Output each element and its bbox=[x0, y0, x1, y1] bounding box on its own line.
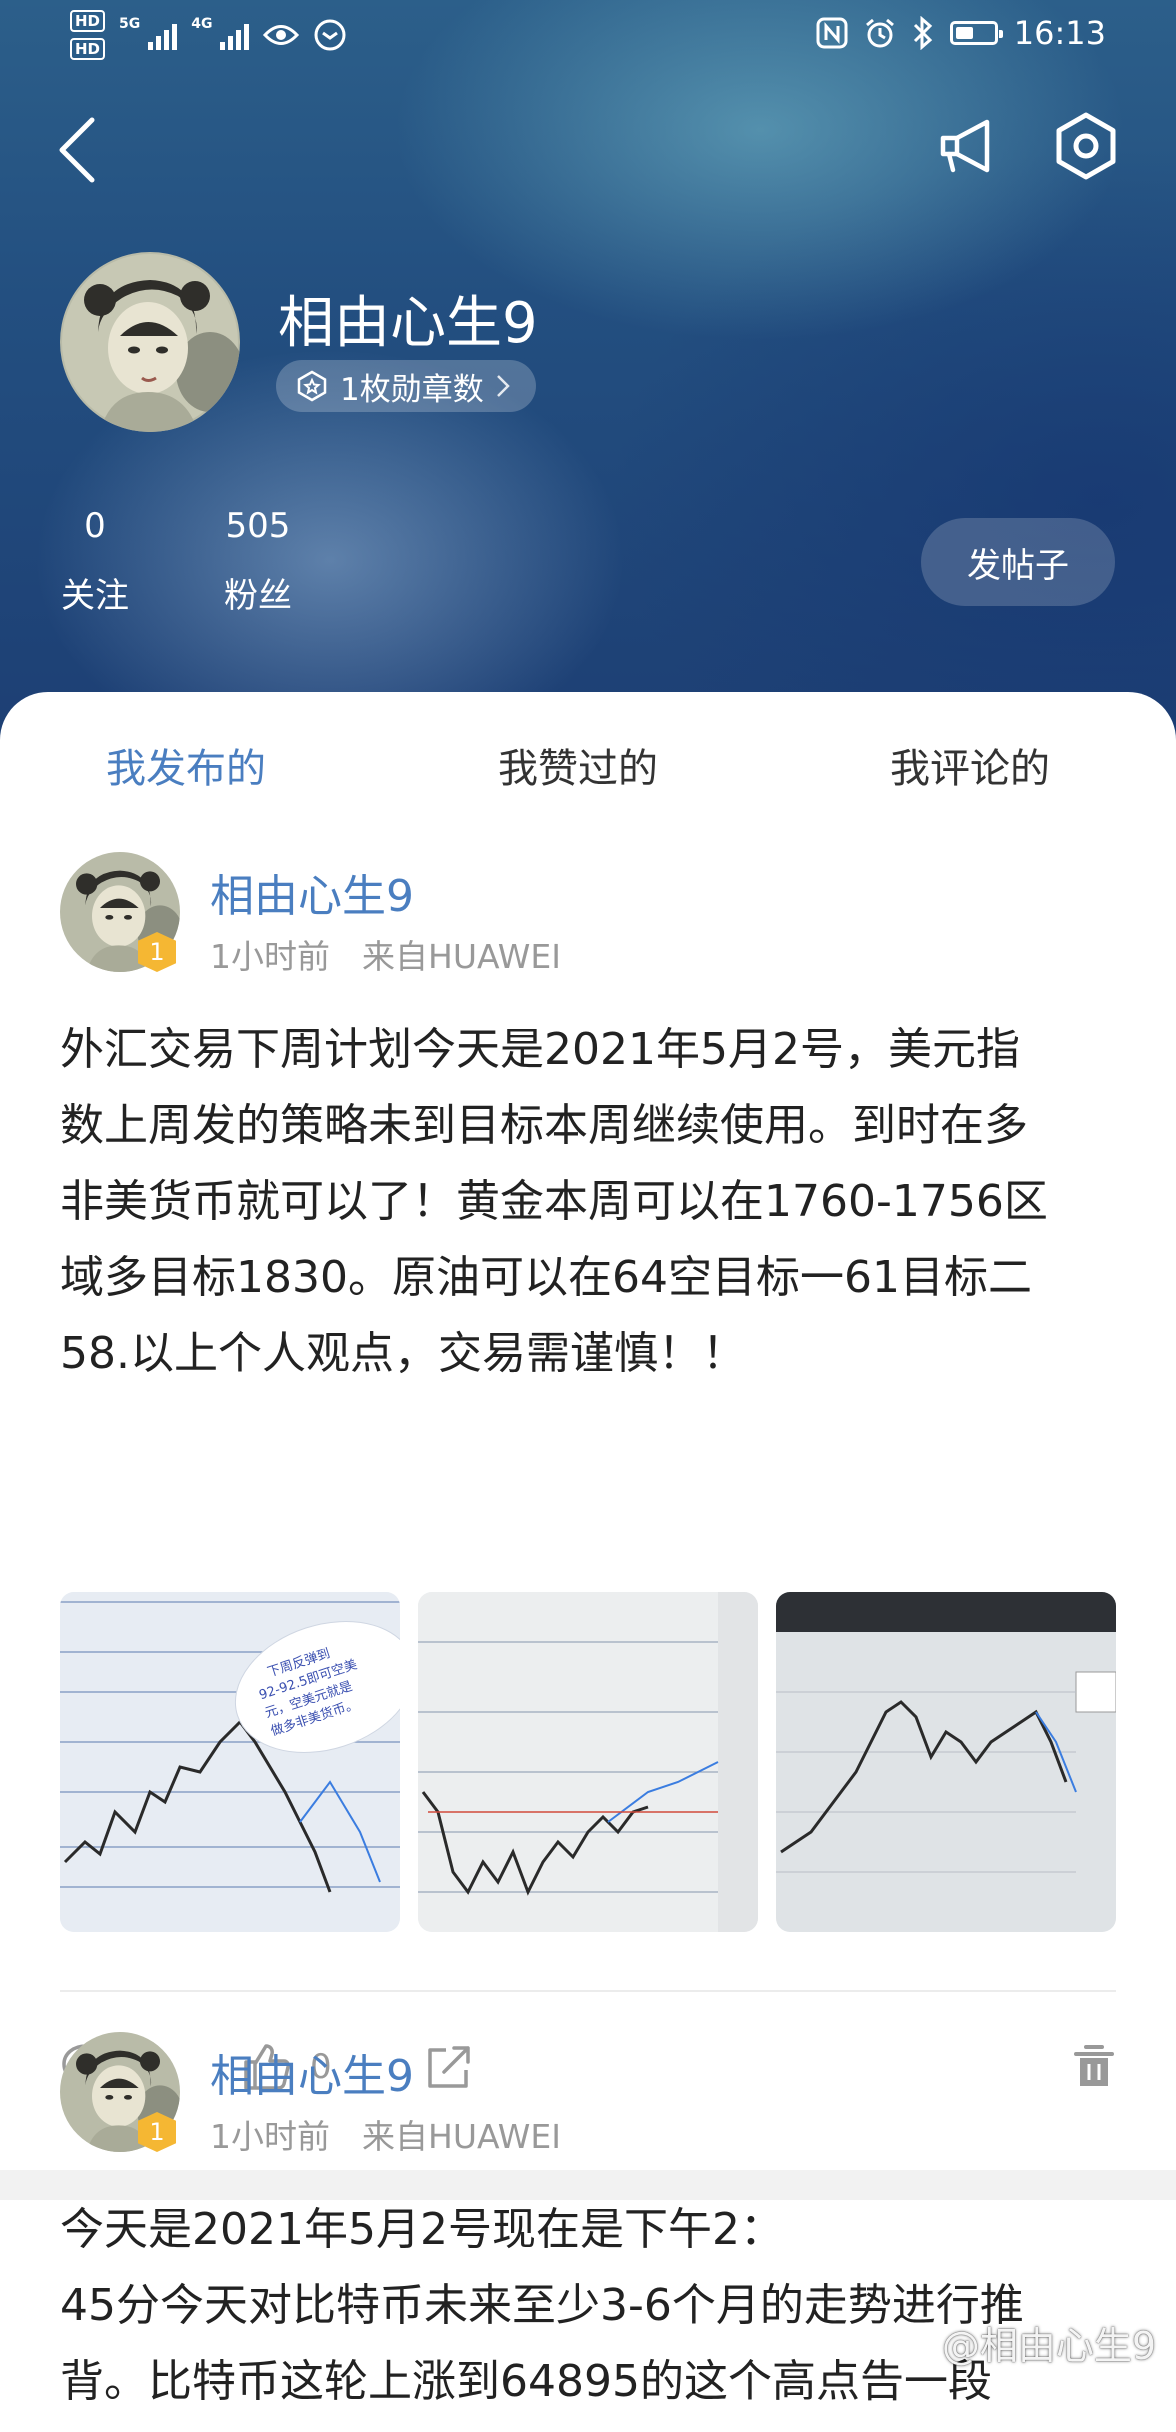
tab-my-likes[interactable]: 我赞过的 bbox=[498, 736, 658, 794]
eye-icon bbox=[263, 25, 300, 45]
post-meta: 1小时前 来自HUAWEI bbox=[210, 2110, 561, 2158]
post-card[interactable]: 1 相由心生9 1小时前 来自HUAWEI 今天是2021年5月2号现在是下午2：… bbox=[0, 2032, 1176, 2432]
content-sheet: 我发布的 我赞过的 我评论的 1 相由心生9 1小时前 来自HUAWEI 外汇交… bbox=[0, 692, 1176, 2407]
post-image-2[interactable] bbox=[418, 1592, 758, 1932]
status-bar: HD HD 5G 4G 16:13 bbox=[0, 0, 1176, 72]
back-button[interactable] bbox=[50, 110, 110, 190]
medal-count-button[interactable]: 1枚勋章数 bbox=[276, 360, 536, 412]
status-time: 16:13 bbox=[1013, 14, 1106, 52]
medal-icon bbox=[297, 370, 327, 402]
following-label: 关注 bbox=[61, 576, 129, 616]
settings-button[interactable] bbox=[1050, 110, 1122, 182]
weibo-watermark: @相由心生9 bbox=[896, 2315, 1156, 2370]
medal-count-label: 1枚勋章数 bbox=[340, 371, 484, 408]
post-line: 非美货币就可以了！黄金本周可以在1760-1756区 bbox=[60, 1176, 1048, 1227]
message-icon bbox=[314, 19, 346, 51]
hd-badge-1: HD bbox=[70, 10, 106, 32]
followers-count: 505 bbox=[225, 506, 291, 546]
user-avatar[interactable] bbox=[60, 252, 240, 432]
post-image-3[interactable] bbox=[776, 1592, 1116, 1932]
profile-header: HD HD 5G 4G 16:13 相由心生9 1枚勋章数 0 关注 505 粉… bbox=[0, 0, 1176, 740]
post-line: 外汇交易下周计划今天是2021年5月2号，美元指 bbox=[60, 1024, 1020, 1075]
post-line: 今天是2021年5月2号现在是下午2： bbox=[60, 2204, 784, 2255]
post-image-1[interactable]: 下周反弹到 92-92.5即可空美 元，空美元就是 做多非美货币。 bbox=[60, 1592, 400, 1932]
watermark-text: @相由心生9 bbox=[941, 2324, 1156, 2368]
network-type-1: 5G bbox=[119, 16, 141, 32]
post-time: 1小时前 bbox=[210, 2117, 330, 2156]
tab-my-posts[interactable]: 我发布的 bbox=[106, 736, 266, 794]
nfc-icon bbox=[816, 17, 848, 49]
hd-badge-2: HD bbox=[70, 38, 106, 60]
signal-icon bbox=[148, 20, 178, 50]
post-source: 来自HUAWEI bbox=[362, 2117, 561, 2156]
post-images: 下周反弹到 92-92.5即可空美 元，空美元就是 做多非美货币。 bbox=[60, 1592, 1116, 1932]
network-type-2: 4G bbox=[191, 16, 213, 32]
post-meta: 1小时前 来自HUAWEI bbox=[210, 930, 561, 978]
bluetooth-icon bbox=[913, 16, 932, 50]
tab-my-comments[interactable]: 我评论的 bbox=[890, 736, 1050, 794]
post-time: 1小时前 bbox=[210, 937, 330, 976]
post-divider bbox=[60, 1990, 1116, 1992]
followers-label: 粉丝 bbox=[224, 576, 292, 616]
chevron-left-icon bbox=[59, 117, 95, 183]
post-line: 数上周发的策略未到目标本周继续使用。到时在多 bbox=[60, 1100, 1028, 1151]
battery-icon bbox=[949, 21, 1003, 45]
post-author-name[interactable]: 相由心生9 bbox=[210, 860, 414, 924]
announce-button[interactable] bbox=[935, 112, 1005, 182]
post-body[interactable]: 今天是2021年5月2号现在是下午2： 45分今天对比特币未来至少3-6个月的走… bbox=[60, 2192, 1120, 2420]
followers-stat[interactable]: 505 粉丝 bbox=[218, 506, 298, 617]
post-author-name[interactable]: 相由心生9 bbox=[210, 2040, 414, 2104]
post-line: 域多目标1830。原油可以在64空目标一61目标二 bbox=[60, 1252, 1032, 1303]
create-post-button[interactable]: 发帖子 bbox=[921, 518, 1115, 606]
hexagon-settings-icon bbox=[1056, 112, 1116, 180]
profile-tabs: 我发布的 我赞过的 我评论的 bbox=[0, 692, 1176, 828]
post-source: 来自HUAWEI bbox=[362, 937, 561, 976]
profile-username: 相由心生9 bbox=[278, 291, 538, 356]
chevron-right-icon bbox=[496, 375, 510, 397]
alarm-icon bbox=[865, 18, 894, 48]
post-line: 58.以上个人观点，交易需谨慎！！ bbox=[60, 1328, 746, 1379]
post-body[interactable]: 外汇交易下周计划今天是2021年5月2号，美元指 数上周发的策略未到目标本周继续… bbox=[60, 1012, 1120, 1392]
megaphone-icon bbox=[940, 119, 990, 173]
post-card[interactable]: 1 相由心生9 1小时前 来自HUAWEI 外汇交易下周计划今天是2021年5月2… bbox=[0, 852, 1176, 1992]
signal-icon-2 bbox=[220, 20, 250, 50]
following-count: 0 bbox=[84, 506, 106, 546]
weibo-icon bbox=[897, 2328, 934, 2359]
following-stat[interactable]: 0 关注 bbox=[60, 506, 130, 617]
